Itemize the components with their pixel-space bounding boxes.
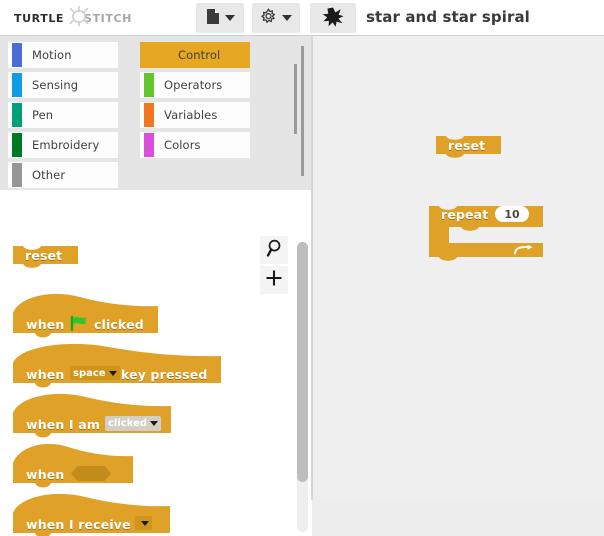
- block-palette: reset when clicked when space key pressed when…: [0, 190, 312, 536]
- repeat-count-input[interactable]: 10: [495, 206, 529, 222]
- palette-block-when-condition[interactable]: when: [12, 440, 140, 496]
- category-color-swatch: [12, 133, 22, 157]
- category-label: Operators: [164, 78, 223, 92]
- block-label: reset: [448, 138, 486, 153]
- block-dropdown[interactable]: [135, 516, 152, 530]
- repeat-count-value: 10: [504, 207, 520, 221]
- block-label: when: [26, 317, 65, 332]
- block-dropdown[interactable]: space: [70, 366, 120, 380]
- category-scrollbar[interactable]: [294, 46, 304, 176]
- palette-category-variables[interactable]: Variables: [140, 102, 250, 128]
- palette-block-reset[interactable]: reset: [12, 242, 85, 273]
- search-icon: [266, 239, 282, 261]
- category-color-swatch: [12, 43, 22, 67]
- chevron-down-icon: [282, 15, 292, 21]
- category-label: Other: [32, 168, 66, 182]
- category-color-swatch: [144, 103, 154, 127]
- block-dropdown[interactable]: clicked: [105, 416, 162, 431]
- category-label: Embroidery: [32, 138, 100, 152]
- dropdown-value: space: [73, 367, 106, 379]
- block-label: when: [26, 367, 65, 382]
- block-label: when I receive: [26, 517, 131, 532]
- block-label: when I am: [26, 417, 100, 432]
- category-label: Pen: [32, 108, 54, 122]
- turtlestitch-app: TURTLE STITCH star and star spiral Motio…: [0, 0, 604, 536]
- palette-category-other[interactable]: Other: [8, 162, 118, 188]
- palette-category-sensing[interactable]: Sensing: [8, 72, 118, 98]
- palette-category-pen[interactable]: Pen: [8, 102, 118, 128]
- palette-category-operators[interactable]: Operators: [140, 72, 250, 98]
- palette-category-motion[interactable]: Motion: [8, 42, 118, 68]
- palette-block-when-i-am[interactable]: when I am clicked: [12, 390, 178, 446]
- block-label: when: [26, 467, 65, 482]
- project-button[interactable]: [310, 3, 356, 33]
- block-label: key pressed: [121, 367, 208, 382]
- chevron-down-icon: [141, 520, 149, 526]
- palette-category-embroidery[interactable]: Embroidery: [8, 132, 118, 158]
- script-block-script-reset[interactable]: reset: [435, 132, 508, 163]
- block-label: clicked: [94, 317, 144, 332]
- search-blocks-button[interactable]: [260, 236, 288, 264]
- dropdown-value: clicked: [108, 418, 148, 429]
- star-splat-icon: [322, 7, 344, 30]
- block-label: reset: [25, 248, 63, 263]
- scripting-area[interactable]: reset repeat 10: [313, 36, 604, 500]
- turtle-icon: [66, 5, 92, 27]
- script-block-script-repeat[interactable]: repeat 10: [428, 202, 550, 266]
- boolean-input-slot[interactable]: [70, 466, 112, 481]
- chevron-down-icon: [224, 15, 235, 21]
- category-color-swatch: [144, 133, 154, 157]
- palette-category-area: Motion Sensing Pen Embroidery Other Control Op…: [0, 36, 312, 190]
- category-color-swatch: [12, 103, 22, 127]
- file-menu-button[interactable]: [196, 3, 244, 33]
- category-label: Sensing: [32, 78, 79, 92]
- palette-category-control[interactable]: Control: [140, 42, 250, 68]
- palette-block-when-flag[interactable]: when clicked: [12, 290, 165, 346]
- palette-category-colors[interactable]: Colors: [140, 132, 250, 158]
- block-label: repeat: [441, 207, 489, 222]
- palette-scrollbar[interactable]: [297, 242, 308, 532]
- chevron-down-icon: [150, 421, 159, 426]
- palette-block-when-i-receive[interactable]: when I receive: [12, 490, 177, 536]
- settings-menu-button[interactable]: [252, 3, 300, 33]
- logo-primary-text: TURTLE: [14, 11, 65, 25]
- category-color-swatch: [12, 73, 22, 97]
- page-icon: [206, 8, 220, 28]
- category-label: Colors: [164, 138, 201, 152]
- chevron-down-icon: [108, 370, 117, 376]
- plus-icon: [265, 269, 283, 291]
- green-flag-icon: [70, 315, 88, 332]
- left-panel: Motion Sensing Pen Embroidery Other Control Op…: [0, 36, 312, 536]
- top-toolbar: TURTLE STITCH star and star spiral: [0, 0, 604, 36]
- category-color-swatch: [144, 73, 154, 97]
- category-label: Control: [178, 48, 221, 62]
- category-color-swatch: [12, 163, 22, 187]
- category-label: Variables: [164, 108, 218, 122]
- app-logo: TURTLE STITCH: [14, 5, 132, 30]
- project-title: star and star spiral: [366, 8, 530, 26]
- loop-arrow-icon: [514, 245, 534, 256]
- gear-icon: [260, 8, 277, 28]
- palette-block-when-key[interactable]: when space key pressed: [12, 340, 228, 396]
- palette-tool-buttons: [260, 236, 288, 296]
- make-a-block-button[interactable]: [260, 266, 288, 294]
- category-color-swatch: [144, 43, 154, 67]
- category-label: Motion: [32, 48, 72, 62]
